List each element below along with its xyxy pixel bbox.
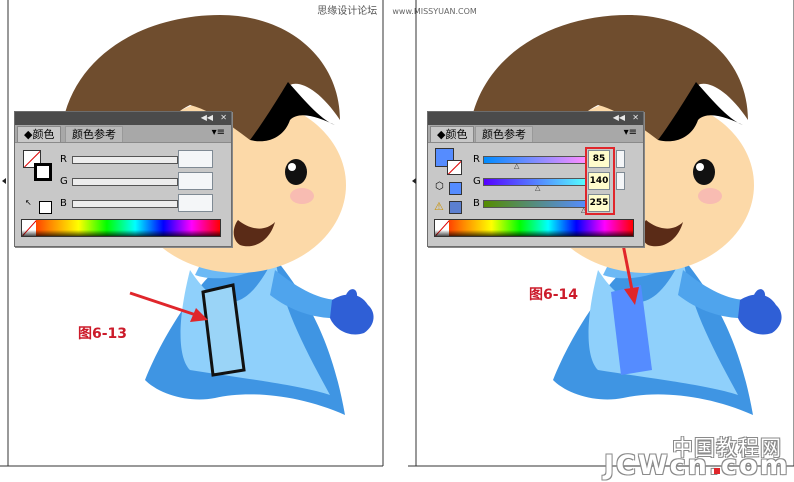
label-g: G bbox=[60, 176, 68, 187]
reset-default-icon[interactable]: ↖ bbox=[25, 198, 32, 207]
label-b: B bbox=[473, 198, 480, 209]
slider-g-thumb[interactable]: △ bbox=[535, 184, 540, 192]
color-spectrum[interactable] bbox=[434, 219, 634, 237]
tab-guide-label: 颜色参考 bbox=[72, 128, 116, 141]
tab-color-guide[interactable]: 颜色参考 bbox=[475, 126, 533, 142]
field-edge-r bbox=[616, 150, 625, 168]
watermark-dot bbox=[714, 468, 720, 474]
stroke-swatch[interactable] bbox=[34, 163, 52, 181]
close-icon[interactable]: ✕ bbox=[632, 113, 639, 123]
panel-tabs: ◆颜色 颜色参考 ▾≡ bbox=[15, 125, 231, 143]
warning-icon[interactable]: ⚠ bbox=[434, 200, 444, 213]
left-frame-arrow bbox=[2, 178, 6, 184]
figure-label-right: 图6-14 bbox=[529, 287, 579, 303]
slider-r[interactable] bbox=[72, 156, 178, 164]
panel-menu-icon[interactable]: ▾≡ bbox=[624, 127, 637, 138]
slider-b[interactable] bbox=[72, 200, 178, 208]
watermark-en: JCWcn.com bbox=[604, 450, 790, 481]
figure-label-left: 图6-13 bbox=[78, 326, 128, 342]
tab-guide-label: 颜色参考 bbox=[482, 128, 526, 141]
panel-tabs: ◆颜色 颜色参考 ▾≡ bbox=[428, 125, 643, 143]
tab-color-guide[interactable]: 颜色参考 bbox=[65, 126, 123, 142]
label-b: B bbox=[60, 198, 67, 209]
color-spectrum[interactable] bbox=[21, 219, 221, 237]
none-color-icon[interactable] bbox=[435, 220, 449, 236]
input-g[interactable] bbox=[178, 172, 213, 190]
none-color-icon[interactable] bbox=[22, 220, 36, 236]
label-r: R bbox=[60, 154, 67, 165]
color-panel-right: ◀◀ ✕ ◆颜色 颜色参考 ▾≡ ⬡ ⚠ R △ 85 G △ 140 B △ … bbox=[427, 111, 644, 247]
input-b[interactable] bbox=[178, 194, 213, 212]
gamut-swatch[interactable] bbox=[449, 201, 462, 214]
color-panel-left: ◀◀ ✕ ◆颜色 颜色参考 ▾≡ ↖ R G B bbox=[14, 111, 232, 247]
field-edge-g bbox=[616, 172, 625, 190]
panel-menu-icon[interactable]: ▾≡ bbox=[212, 127, 225, 138]
slider-r-thumb[interactable]: △ bbox=[514, 162, 519, 170]
cube-icon[interactable]: ⬡ bbox=[435, 181, 444, 192]
web-safe-swatch[interactable] bbox=[449, 182, 462, 195]
slider-b[interactable] bbox=[483, 200, 587, 208]
input-r[interactable] bbox=[178, 150, 213, 168]
label-r: R bbox=[473, 154, 480, 165]
slider-r[interactable] bbox=[483, 156, 587, 164]
right-frame-arrow bbox=[412, 178, 416, 184]
panel-titlebar[interactable]: ◀◀ ✕ bbox=[15, 112, 231, 125]
slider-g[interactable] bbox=[72, 178, 178, 186]
value-highlight-box bbox=[585, 147, 615, 215]
label-g: G bbox=[473, 176, 481, 187]
panel-titlebar[interactable]: ◀◀ ✕ bbox=[428, 112, 643, 125]
last-color-swatch[interactable] bbox=[39, 201, 52, 214]
tab-color-label: 颜色 bbox=[32, 128, 55, 141]
tab-color[interactable]: ◆颜色 bbox=[17, 126, 62, 142]
tab-color-label: 颜色 bbox=[445, 128, 468, 141]
double-chevron-icon[interactable]: ◀◀ bbox=[613, 113, 625, 123]
double-chevron-icon[interactable]: ◀◀ bbox=[201, 113, 213, 123]
stroke-swatch[interactable] bbox=[447, 160, 462, 175]
close-icon[interactable]: ✕ bbox=[220, 113, 227, 123]
tab-color[interactable]: ◆颜色 bbox=[430, 126, 475, 142]
